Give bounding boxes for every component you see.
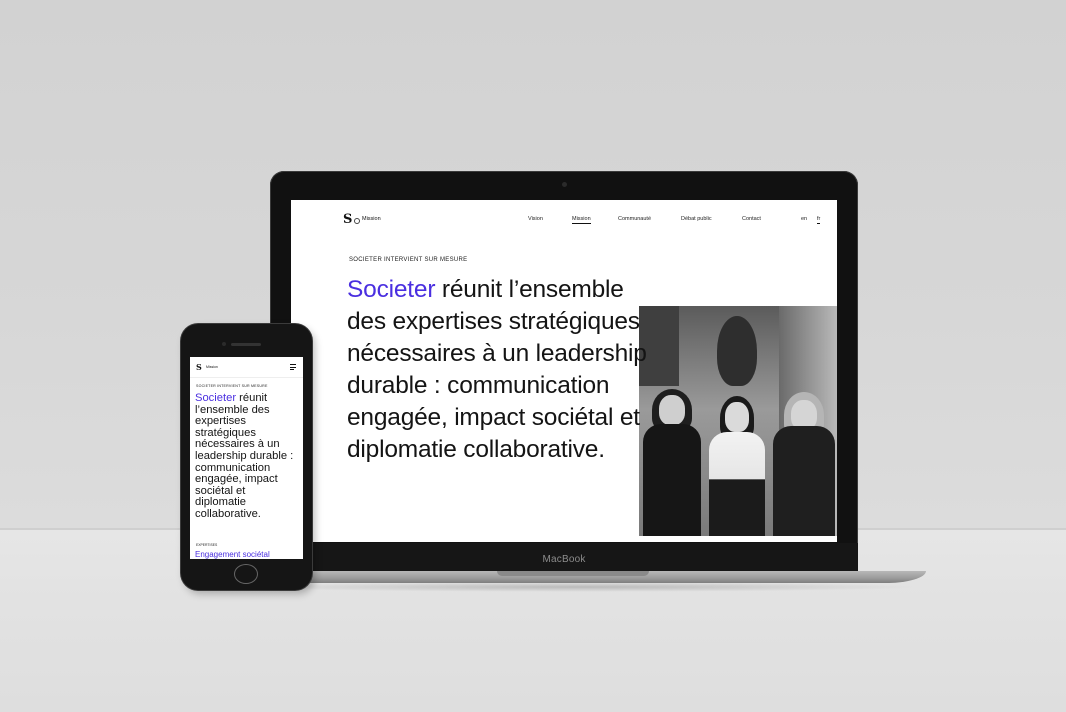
section-eyebrow: SOCIETER INTERVIENT SUR MESURE xyxy=(349,257,468,263)
headline-line: nécessaires à un leadership xyxy=(347,340,647,367)
home-button[interactable] xyxy=(234,564,258,584)
hamburger-menu-icon[interactable] xyxy=(290,364,296,372)
laptop-shadow xyxy=(240,582,920,592)
headline-line: diplomatie collaborative. xyxy=(347,436,605,463)
laptop-base xyxy=(220,571,926,583)
person-body xyxy=(709,432,765,536)
headline-line: engagée, impact sociétal et xyxy=(347,404,640,431)
laptop-camera xyxy=(562,182,567,187)
page-headline: Societer réunit l’ensemble des expertise… xyxy=(347,274,677,466)
mobile-nav-brand[interactable]: Mission xyxy=(206,365,218,369)
nav-brand-label[interactable]: Mission xyxy=(362,216,381,222)
headline-accent: Societer xyxy=(347,276,436,303)
mobile-section-link[interactable]: Engagement sociétal xyxy=(195,550,270,559)
lang-en[interactable]: en xyxy=(801,216,807,222)
person-center xyxy=(709,376,765,536)
headline-line: durable : communication xyxy=(347,372,610,399)
mobile-headline-accent: Societer xyxy=(195,392,237,404)
laptop-screen: S Mission Vision Mission Communauté Déba… xyxy=(291,200,837,542)
logo-dot-icon xyxy=(354,218,360,224)
phone-camera xyxy=(222,342,226,346)
nav-item-vision[interactable]: Vision xyxy=(528,216,543,222)
mobile-headline-text: réunit l’ensemble des expertises stratég… xyxy=(195,392,294,520)
lang-fr[interactable]: fr xyxy=(817,216,821,224)
mobile-eyebrow: SOCIETER INTERVIENT SUR MESURE xyxy=(196,384,268,388)
nav-item-mission[interactable]: Mission xyxy=(572,216,591,224)
nav-item-contact[interactable]: Contact xyxy=(742,216,761,222)
headline-line: réunit l’ensemble xyxy=(441,276,624,303)
phone-screen: S Mission SOCIETER INTERVIENT SUR MESURE… xyxy=(190,357,303,559)
mobile-logo[interactable]: S xyxy=(196,362,202,372)
site-logo[interactable]: S xyxy=(343,212,352,227)
nav-item-debat-public[interactable]: Débat public xyxy=(681,216,712,222)
nav-item-communaute[interactable]: Communauté xyxy=(618,216,651,222)
mobile-nav: S Mission xyxy=(190,357,303,378)
headline-line: des expertises stratégiques xyxy=(347,308,640,335)
phone-speaker xyxy=(231,343,261,346)
mobile-section-label: EXPERTISES xyxy=(196,543,218,547)
person-body xyxy=(773,426,835,536)
device-brand-label: MacBook xyxy=(542,554,586,565)
laptop-notch xyxy=(497,571,649,576)
laptop-chin: MacBook xyxy=(270,543,858,573)
person-right xyxy=(773,366,835,536)
site-nav: S Mission Vision Mission Communauté Déba… xyxy=(291,200,837,240)
phone: S Mission SOCIETER INTERVIENT SUR MESURE… xyxy=(181,324,312,590)
mobile-headline: Societer réunit l’ensemble des expertise… xyxy=(195,392,299,521)
person-face xyxy=(725,402,749,432)
